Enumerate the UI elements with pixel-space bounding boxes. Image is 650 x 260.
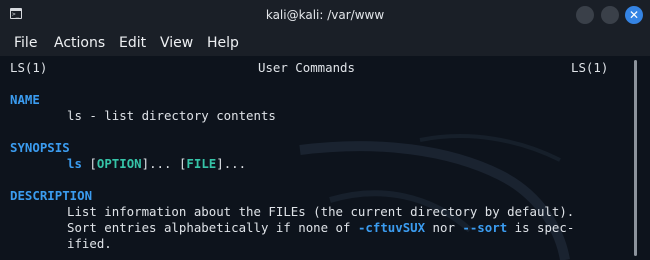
description-text: is spec- bbox=[507, 220, 575, 235]
description-line-3: ified. bbox=[67, 236, 112, 251]
description-line-2: Sort entries alphabetically if none of -… bbox=[67, 220, 574, 236]
description-text: nor bbox=[425, 220, 463, 235]
close-button[interactable]: ✕ bbox=[625, 6, 643, 24]
menu-actions[interactable]: Actions bbox=[54, 35, 105, 51]
ellipsis: ... bbox=[149, 156, 179, 171]
description-line-1: List information about the FILEs (the cu… bbox=[67, 204, 575, 219]
ellipsis: ... bbox=[223, 156, 247, 171]
menu-view[interactable]: View bbox=[160, 35, 193, 51]
description-text: Sort entries alphabetically if none of bbox=[67, 220, 358, 235]
scrollbar[interactable] bbox=[634, 60, 637, 256]
window-title: kali@kali: /var/www bbox=[265, 8, 385, 22]
man-header-right: LS(1) bbox=[571, 60, 609, 75]
name-heading: NAME bbox=[10, 92, 40, 107]
title-bar: >_ kali@kali: /var/www ✕ bbox=[0, 0, 650, 32]
flags-option: -cftuvSUX bbox=[357, 220, 426, 235]
synopsis-command: ls bbox=[67, 156, 82, 171]
bracket: [ bbox=[89, 156, 97, 171]
description-heading: DESCRIPTION bbox=[10, 188, 93, 203]
minimize-button[interactable] bbox=[576, 6, 594, 24]
terminal-window: >_ kali@kali: /var/www ✕ File Actions Ed… bbox=[0, 0, 650, 260]
man-header-left: LS(1) bbox=[10, 60, 48, 75]
synopsis-line: ls [OPTION]... [FILE]... bbox=[67, 156, 246, 172]
menu-file[interactable]: File bbox=[14, 35, 37, 51]
man-header-center: User Commands bbox=[258, 60, 355, 75]
synopsis-option: OPTION bbox=[96, 156, 142, 171]
name-text: ls - list directory contents bbox=[67, 108, 276, 123]
menu-bar: File Actions Edit View Help bbox=[0, 31, 650, 56]
sort-option: --sort bbox=[462, 220, 508, 235]
maximize-button[interactable] bbox=[601, 6, 619, 24]
terminal-content[interactable]: LS(1) User Commands LS(1) NAME ls - list… bbox=[0, 56, 628, 260]
synopsis-heading: SYNOPSIS bbox=[10, 140, 70, 155]
bracket: ] bbox=[141, 156, 150, 171]
menu-help[interactable]: Help bbox=[207, 35, 239, 51]
menu-edit[interactable]: Edit bbox=[119, 35, 146, 51]
bracket: ] bbox=[216, 156, 224, 171]
synopsis-file: FILE bbox=[186, 156, 217, 171]
